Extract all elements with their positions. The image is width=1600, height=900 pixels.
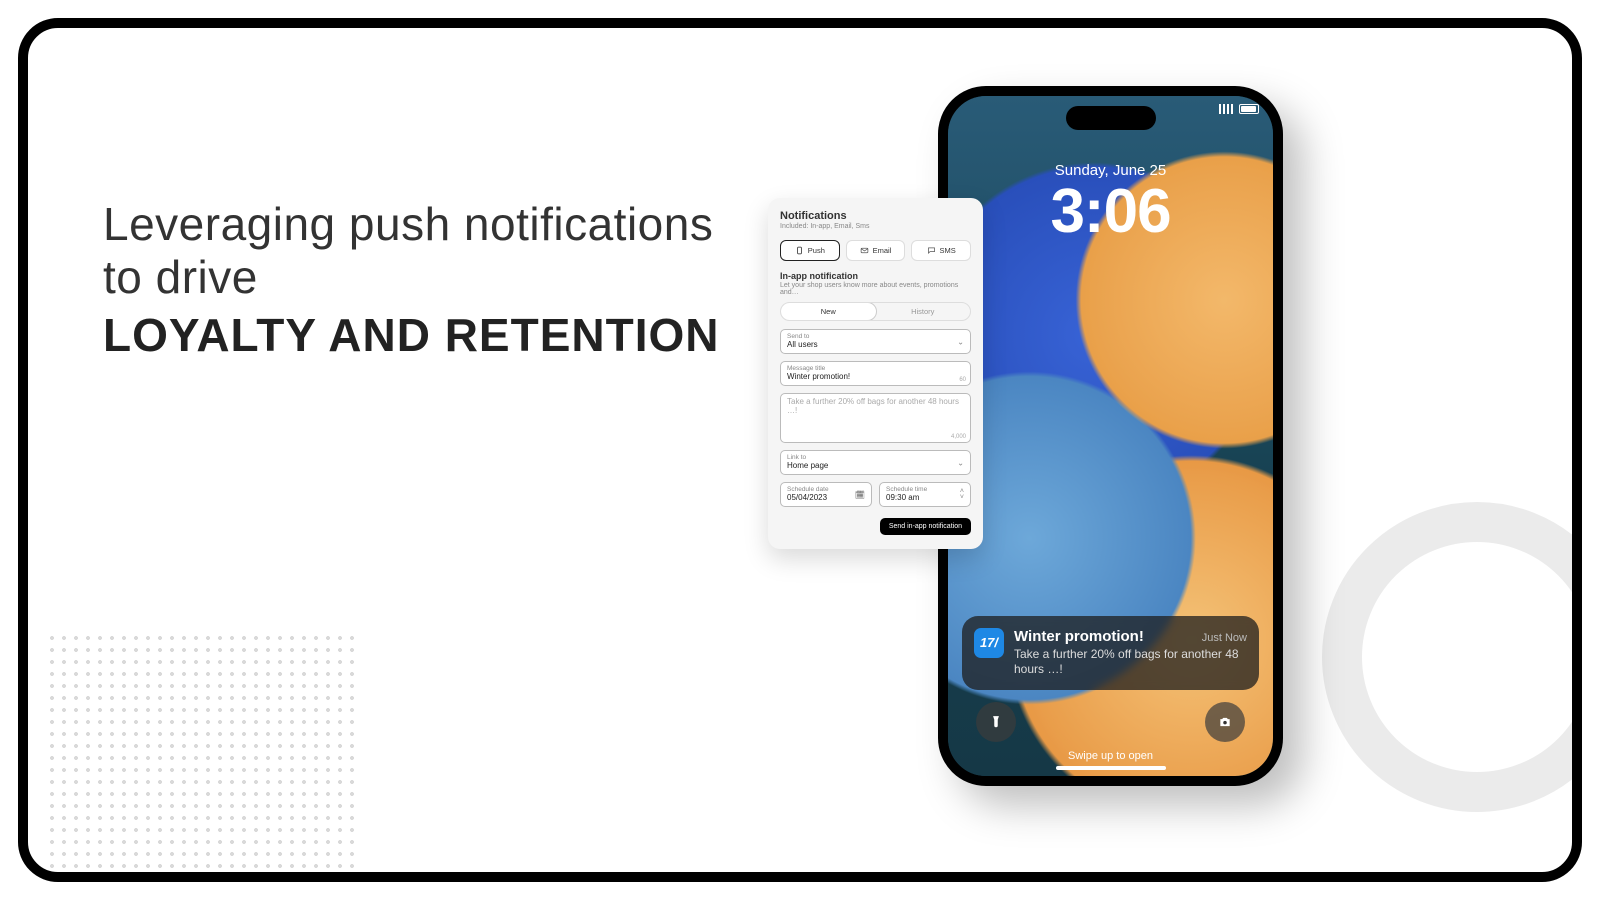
stepper-icon: ˄˅ [960, 489, 964, 501]
lockscreen-notification[interactable]: 17/ Winter promotion! Just Now Take a fu… [962, 616, 1259, 690]
signal-icon [1219, 104, 1233, 114]
message-body-input[interactable]: Take a further 20% off bags for another … [780, 393, 971, 443]
calendar-icon: 🗓 [855, 490, 865, 499]
message-title-input[interactable]: Message title Winter promotion! 60 [780, 361, 971, 386]
seg-history[interactable]: History [876, 303, 971, 320]
channel-sms[interactable]: SMS [911, 240, 971, 261]
notifications-panel: Notifications Included: In-app, Email, S… [768, 198, 983, 549]
channel-sms-label: SMS [940, 246, 956, 255]
swipe-hint: Swipe up to open [948, 750, 1273, 762]
panel-subtitle: Included: In-app, Email, Sms [780, 223, 971, 230]
channel-email[interactable]: Email [846, 240, 906, 261]
new-history-segment[interactable]: New History [780, 302, 971, 321]
body-counter: 4,000 [951, 434, 966, 440]
schedule-date-input[interactable]: Schedule date 05/04/2023 🗓 [780, 482, 872, 507]
home-indicator[interactable] [1056, 766, 1166, 770]
link-to-select[interactable]: Link to Home page ⌄ [780, 450, 971, 475]
email-icon [860, 246, 869, 255]
notification-title: Winter promotion! [1014, 628, 1144, 645]
section-sub: Let your shop users know more about even… [780, 282, 971, 296]
phone-icon [795, 246, 804, 255]
camera-icon [1218, 715, 1232, 729]
chevron-down-icon: ⌄ [957, 458, 964, 467]
notification-message: Take a further 20% off bags for another … [1014, 647, 1247, 678]
channel-push[interactable]: Push [780, 240, 840, 261]
notification-app-icon: 17/ [974, 628, 1004, 658]
send-to-select[interactable]: Send to All users ⌄ [780, 329, 971, 354]
channel-email-label: Email [873, 246, 892, 255]
dynamic-island [1066, 106, 1156, 130]
schedule-time-input[interactable]: Schedule time 09:30 am ˄˅ [879, 482, 971, 507]
camera-button[interactable] [1205, 702, 1245, 742]
lockscreen-time: 3:06 [948, 181, 1273, 243]
headline-light: Leveraging push notifications to drive [103, 198, 753, 304]
channel-push-label: Push [808, 246, 825, 255]
panel-title: Notifications [780, 210, 971, 222]
chevron-down-icon: ⌄ [957, 337, 964, 346]
phone-mockup: Sunday, June 25 3:06 17/ Winter promotio… [938, 86, 1283, 786]
headline-block: Leveraging push notifications to drive L… [103, 198, 753, 363]
ring-decor [1322, 502, 1582, 812]
headline-bold: LOYALTY AND RETENTION [103, 308, 753, 363]
flashlight-icon [989, 715, 1003, 729]
battery-icon [1239, 104, 1259, 114]
status-bar [1219, 104, 1259, 114]
sms-icon [927, 246, 936, 255]
dot-grid-decor [46, 632, 356, 882]
notification-time: Just Now [1202, 632, 1247, 644]
flashlight-button[interactable] [976, 702, 1016, 742]
seg-new[interactable]: New [780, 302, 877, 321]
title-counter: 60 [959, 377, 966, 383]
send-notification-button[interactable]: Send in-app notification [880, 518, 971, 535]
section-title: In-app notification [780, 271, 971, 281]
